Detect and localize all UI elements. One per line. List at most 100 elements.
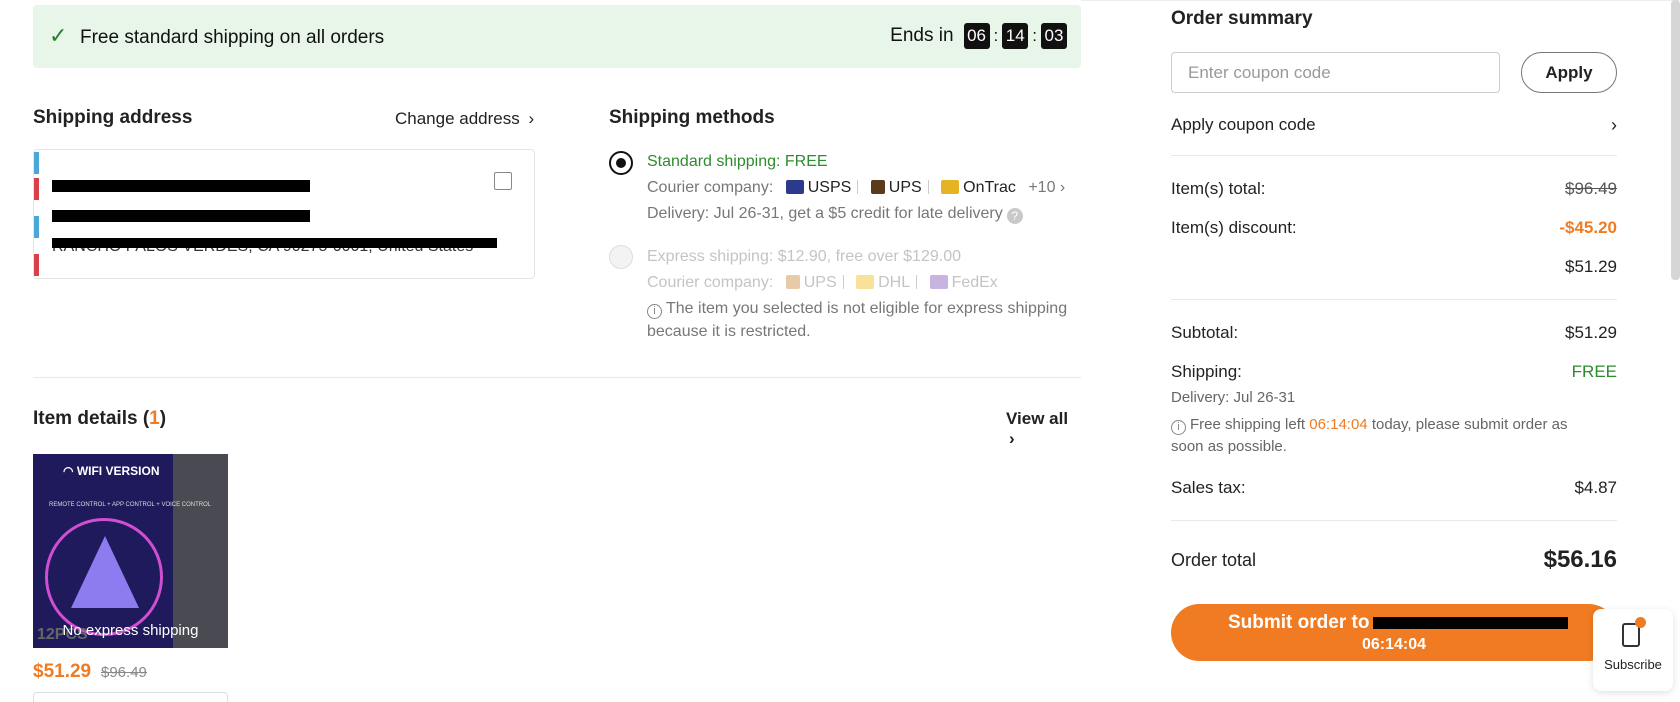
change-address-link[interactable]: Change address › [395, 109, 534, 129]
items-total-value: $96.49 [1565, 179, 1617, 198]
ontrac-logo-icon [941, 180, 960, 194]
separator [842, 275, 844, 289]
standard-delivery: Delivery: Jul 26-31, get a $5 credit for… [647, 205, 1023, 224]
more-couriers[interactable]: +10 [1028, 179, 1055, 196]
courier-dhl: DHL [878, 274, 911, 291]
card-stripe [34, 152, 39, 174]
timer-colon: : [993, 26, 999, 45]
courier-ontrac: OnTrac [963, 179, 1016, 196]
timer-colon: : [1032, 26, 1037, 45]
subtotal-value: $51.29 [1565, 323, 1617, 342]
courier-ups: UPS [888, 179, 922, 196]
item-details-title-text: Item details ( [33, 408, 150, 429]
courier-label: Courier company: [647, 274, 774, 291]
coupon-input[interactable] [1171, 52, 1500, 93]
free-left-line2: soon as possible. [1171, 438, 1287, 455]
change-address-label: Change address [395, 109, 520, 128]
address-card[interactable]: RANCHO PALOS VERDES, CA 90275-0001, Unit… [33, 149, 535, 279]
free-shipping-banner: ✓ Free standard shipping on all orders E… [33, 5, 1081, 68]
separator [916, 275, 918, 289]
redacted-street [52, 210, 310, 222]
shipping-label: Shipping: [1171, 362, 1242, 381]
wifi-icon: ◠ [63, 464, 77, 478]
timer-seconds: 03 [1041, 23, 1067, 49]
express-note-line1: The item you selected is not eligible fo… [666, 300, 1068, 317]
shipping-value: FREE [1571, 362, 1617, 381]
shipping-methods-title: Shipping methods [609, 107, 775, 128]
items-discount-label: Item(s) discount: [1171, 218, 1297, 237]
free-left-time: 06:14:04 [1309, 416, 1368, 433]
free-left-suffix: today, please submit order as [1371, 416, 1568, 433]
order-total-value: $56.16 [1543, 546, 1617, 573]
separator [927, 180, 929, 194]
order-summary-title: Order summary [1171, 8, 1313, 29]
apply-coupon-label: Apply coupon code [1171, 115, 1316, 134]
subtotal-row: Subtotal: $51.29 [1171, 323, 1617, 343]
section-divider [33, 377, 1081, 378]
courier-usps: USPS [807, 179, 852, 196]
subtotal-label: Subtotal: [1171, 323, 1239, 342]
after-discount-row: $51.29 [1171, 257, 1617, 277]
chevron-right-icon: › [1611, 115, 1617, 135]
view-all-link[interactable]: View all › [1006, 409, 1081, 449]
shipping-address-title: Shipping address [33, 107, 193, 128]
product-image[interactable]: ◠ WIFI VERSION REMOTE CONTROL + APP CONT… [33, 454, 228, 648]
courier-fedex: FedEx [951, 274, 998, 291]
countdown: Ends in 06 : 14 : 03 [890, 23, 1067, 49]
items-total-row: Item(s) total: $96.49 [1171, 179, 1617, 199]
main-column: ✓ Free standard shipping on all orders E… [33, 0, 1081, 702]
item-details-title: Item details (1) [33, 408, 166, 430]
express-note-line2: because it is restricted. [647, 323, 811, 340]
shipping-row: Shipping: FREE [1171, 362, 1617, 382]
info-icon: i [1171, 420, 1186, 435]
product-price: $51.29 [33, 661, 92, 682]
notification-dot [1635, 617, 1646, 628]
wifi-version-text: WIFI VERSION [76, 464, 160, 478]
banner-message: Free standard shipping on all orders [80, 27, 385, 48]
standard-shipping-label: Standard shipping: FREE [647, 153, 828, 170]
ups-logo-icon [785, 275, 800, 289]
summary-delivery: Delivery: Jul 26-31 [1171, 389, 1296, 406]
item-count: 1 [149, 408, 160, 429]
card-stripe [34, 178, 39, 200]
apply-button[interactable]: Apply [1521, 52, 1617, 93]
chevron-right-icon: › [1059, 179, 1066, 196]
standard-shipping-radio[interactable] [609, 151, 633, 175]
submit-order-button[interactable]: Submit order to 06:14:04 [1171, 604, 1617, 661]
ups-logo-icon [870, 180, 885, 194]
order-summary: Order summary Apply Apply coupon code › … [1171, 0, 1617, 702]
chevron-right-icon: › [528, 109, 535, 128]
redacted-city [52, 238, 497, 248]
no-express-overlay: No express shipping [62, 622, 199, 639]
quantity-selector[interactable] [33, 692, 228, 702]
view-all-label: View all [1006, 409, 1069, 428]
express-shipping-radio [609, 245, 633, 269]
check-icon: ✓ [49, 23, 68, 48]
summary-divider [1171, 520, 1617, 521]
question-icon[interactable]: ? [1006, 208, 1023, 224]
items-discount-value: -$45.20 [1559, 218, 1617, 237]
timer-minutes: 14 [1002, 23, 1029, 49]
dhl-logo-icon [856, 275, 875, 289]
timer-hours: 06 [963, 23, 990, 49]
product-image-caption: REMOTE CONTROL + APP CONTROL + VOICE CON… [49, 502, 212, 508]
standard-delivery-text: Delivery: Jul 26-31, get a $5 credit for… [647, 205, 1003, 222]
chevron-right-icon: › [1009, 429, 1015, 448]
standard-couriers: Courier company: USPS UPS OnTrac +10 › [647, 179, 1065, 197]
redacted-destination [1373, 617, 1568, 629]
sales-tax-value: $4.87 [1574, 478, 1617, 497]
subscribe-widget[interactable]: Subscribe [1593, 609, 1673, 691]
edit-icon[interactable] [494, 172, 512, 190]
wifi-version-badge: ◠ WIFI VERSION [63, 464, 159, 478]
apply-coupon-row[interactable]: Apply coupon code › [1171, 115, 1617, 136]
express-shipping-label: Express shipping: $12.90, free over $129… [647, 248, 961, 265]
after-discount-value: $51.29 [1565, 257, 1617, 276]
order-total-label: Order total [1171, 549, 1257, 570]
express-note: i The item you selected is not eligible f… [647, 300, 1067, 319]
info-icon: i [647, 304, 662, 319]
card-stripe [34, 254, 39, 276]
courier-ups: UPS [803, 274, 837, 291]
separator [857, 180, 859, 194]
scrollbar[interactable] [1671, 0, 1680, 280]
sales-tax-row: Sales tax: $4.87 [1171, 478, 1617, 498]
